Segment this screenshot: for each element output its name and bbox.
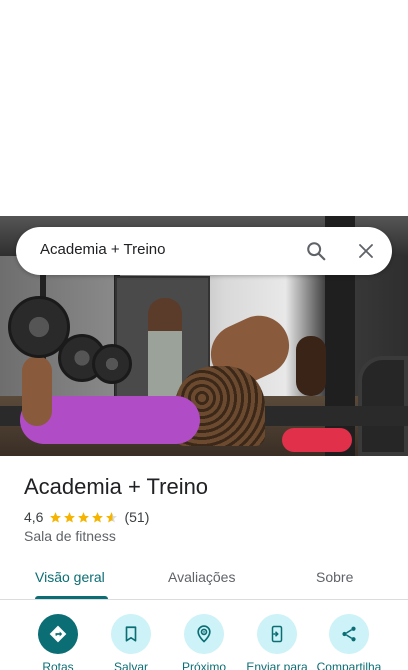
place-details-sheet: Academia + Treino 4,6 (51) Sala de fitne…: [0, 456, 408, 670]
rating-value: 4,6: [24, 509, 44, 525]
star-icon: [50, 511, 62, 522]
tab-bar: Visão geral Avaliações Sobre: [0, 562, 408, 600]
search-query-text[interactable]: Academia + Treino: [40, 241, 166, 258]
tab-reviews[interactable]: Avaliações: [168, 569, 235, 585]
place-category: Sala de fitness: [24, 528, 116, 544]
send-to-phone-button[interactable]: Enviar para: [237, 614, 317, 670]
directions-label: Rotas: [42, 660, 74, 670]
active-tab-indicator: [35, 596, 108, 599]
send-to-phone-label: Enviar para: [246, 660, 308, 670]
share-icon: [329, 614, 369, 654]
send-to-phone-icon: [257, 614, 297, 654]
share-label: Compartilha: [316, 660, 382, 670]
tab-overview[interactable]: Visão geral: [35, 569, 105, 585]
search-icon[interactable]: [302, 237, 330, 265]
action-bar: Rotas Salvar Próximo Enviar para Compart…: [0, 614, 408, 670]
star-half-icon: [106, 511, 118, 522]
star-icon: [64, 511, 76, 522]
place-title: Academia + Treino: [24, 474, 209, 499]
search-bar[interactable]: Academia + Treino: [16, 227, 392, 275]
rating-stars: [49, 511, 119, 524]
map-blank-area: [0, 0, 408, 216]
directions-button[interactable]: Rotas: [18, 614, 98, 670]
star-icon: [92, 511, 104, 522]
close-icon[interactable]: [352, 237, 380, 265]
nearby-button[interactable]: Próximo: [164, 614, 244, 670]
nearby-icon: [184, 614, 224, 654]
rating-row[interactable]: 4,6 (51): [24, 508, 149, 526]
directions-icon: [38, 614, 78, 654]
save-label: Salvar: [113, 660, 148, 670]
star-icon: [78, 511, 90, 522]
tab-about[interactable]: Sobre: [316, 569, 353, 585]
save-button[interactable]: Salvar: [91, 614, 171, 670]
nearby-label: Próximo: [181, 660, 226, 670]
share-button[interactable]: Compartilha: [309, 614, 389, 670]
bookmark-icon: [111, 614, 151, 654]
review-count: (51): [124, 509, 150, 525]
